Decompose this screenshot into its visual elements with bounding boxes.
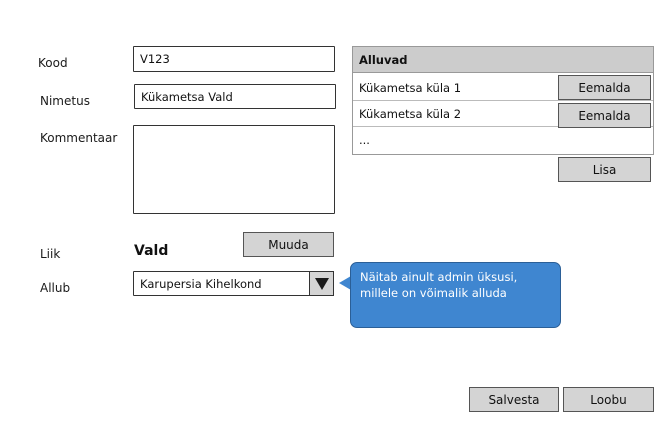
more-indicator: ...	[359, 133, 370, 147]
eemalda-button[interactable]: Eemalda	[558, 75, 651, 100]
subordinates-panel: Alluvad Kükametsa küla 1 Kükametsa küla …	[352, 46, 654, 155]
list-item-more: ...	[353, 127, 653, 153]
subordinates-header: Alluvad	[353, 47, 653, 73]
eemalda-button[interactable]: Eemalda	[558, 103, 651, 128]
nimetus-input[interactable]: Kükametsa Vald	[134, 84, 336, 109]
kood-label: Kood	[38, 56, 68, 70]
allub-dropdown-button[interactable]	[309, 271, 334, 296]
salvesta-button[interactable]: Salvesta	[469, 387, 559, 412]
nimetus-label: Nimetus	[40, 94, 90, 108]
muuda-button[interactable]: Muuda	[243, 232, 334, 257]
subordinate-name: Kükametsa küla 2	[359, 106, 462, 121]
loobu-button[interactable]: Loobu	[563, 387, 654, 412]
liik-value: Vald	[134, 243, 169, 259]
allub-label: Allub	[40, 281, 71, 295]
info-callout: Näitab ainult admin üksusi, millele on v…	[350, 262, 561, 328]
kommentaar-textarea[interactable]	[133, 125, 335, 214]
kood-input[interactable]: V123	[133, 46, 335, 72]
kommentaar-label: Kommentaar	[40, 131, 118, 145]
liik-label: Liik	[40, 247, 61, 261]
triangle-down-icon	[314, 277, 329, 290]
lisa-button[interactable]: Lisa	[558, 157, 651, 182]
allub-select[interactable]: Karupersia Kihelkond	[133, 271, 311, 296]
subordinate-name: Kükametsa küla 1	[359, 80, 462, 95]
